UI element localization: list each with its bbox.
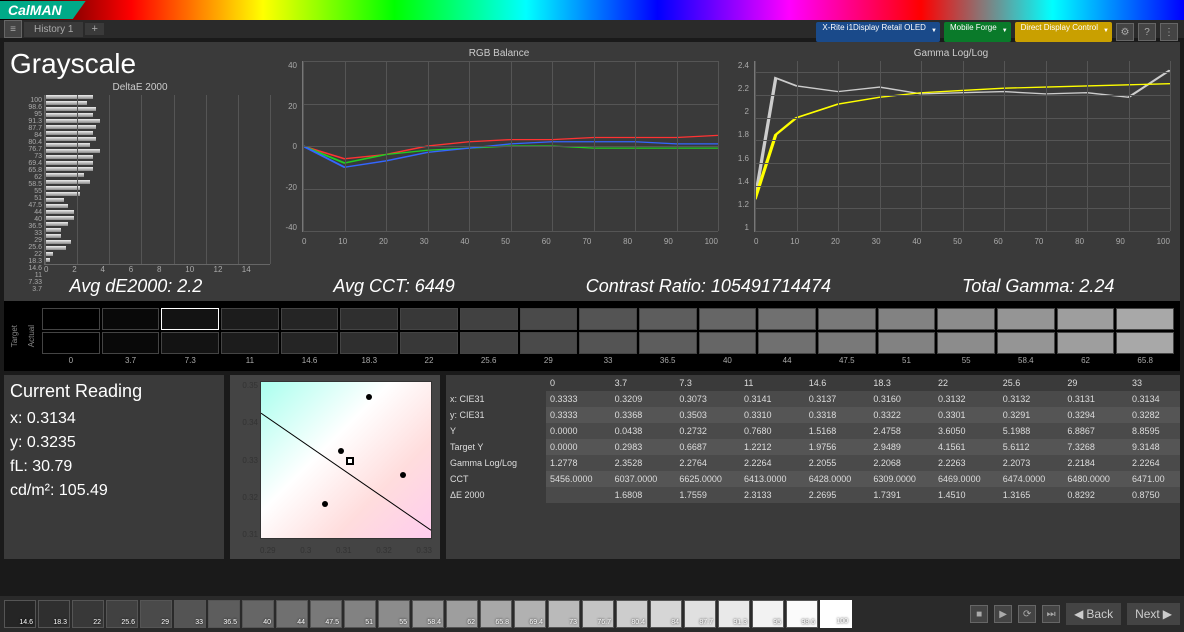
reading-fl: fL: 30.79 <box>10 458 218 476</box>
avg-de2000: Avg dE2000: 2.2 <box>70 276 203 297</box>
stop-icon[interactable]: ■ <box>970 605 988 623</box>
avg-cct: Avg CCT: 6449 <box>333 276 454 297</box>
contrast-ratio: Contrast Ratio: 105491714474 <box>586 276 831 297</box>
level-swatch[interactable]: 51 <box>344 600 376 628</box>
level-swatch[interactable]: 87.7 <box>684 600 716 628</box>
help-icon[interactable]: ? <box>1138 23 1156 41</box>
gear-icon[interactable]: ⚙ <box>1116 23 1134 41</box>
repeat-icon[interactable]: ⟳ <box>1018 605 1036 623</box>
level-swatch[interactable]: 98.6 <box>786 600 818 628</box>
level-swatch[interactable]: 14.6 <box>4 600 36 628</box>
rgb-chart-title: RGB Balance <box>276 48 722 59</box>
data-table: 03.77.31114.618.32225.62933x: CIE310.333… <box>446 375 1180 559</box>
level-swatch[interactable]: 58.4 <box>412 600 444 628</box>
level-swatch[interactable]: 18.3 <box>38 600 70 628</box>
current-reading: Current Reading x: 0.3134 y: 0.3235 fL: … <box>4 375 224 559</box>
back-button[interactable]: ◀ Back <box>1066 603 1121 625</box>
device-row: X-Rite i1Display Retail OLED Mobile Forg… <box>816 22 1178 42</box>
de-chart-title: DeltaE 2000 <box>10 82 270 93</box>
source-dropdown[interactable]: X-Rite i1Display Retail OLED <box>816 22 940 42</box>
page-title: Grayscale <box>10 48 270 80</box>
menu-icon[interactable]: ⋮ <box>1160 23 1178 41</box>
level-swatch[interactable]: 65.8 <box>480 600 512 628</box>
reading-y: y: 0.3235 <box>10 434 218 452</box>
level-swatch[interactable]: 33 <box>174 600 206 628</box>
display-dropdown[interactable]: Direct Display Control <box>1015 22 1112 42</box>
tab-add-button[interactable]: + <box>85 23 103 35</box>
level-swatch[interactable]: 25.6 <box>106 600 138 628</box>
level-swatch[interactable]: 36.5 <box>208 600 240 628</box>
next-button[interactable]: Next ▶ <box>1127 603 1180 625</box>
reading-title: Current Reading <box>10 381 218 402</box>
level-swatch[interactable]: 76.7 <box>582 600 614 628</box>
level-swatch[interactable]: 29 <box>140 600 172 628</box>
level-swatch[interactable]: 95 <box>752 600 784 628</box>
tab-history[interactable]: History 1 <box>24 22 83 37</box>
gamma-chart: 2.42.221.81.61.41.21 0102030405060708090… <box>728 61 1174 246</box>
de2000-chart: 10098.69591.387.78480.476.77369.465.8625… <box>10 95 270 265</box>
play-icon[interactable]: ▶ <box>994 605 1012 623</box>
app-logo: CalMAN <box>0 1 86 19</box>
level-swatch[interactable]: 47.5 <box>310 600 342 628</box>
rgb-balance-chart: 40200-20-40 0102030405060708090100 <box>276 61 722 246</box>
stats-row: Avg dE2000: 2.2 Avg CCT: 6449 Contrast R… <box>4 272 1180 301</box>
level-swatch[interactable]: 62 <box>446 600 478 628</box>
rainbow-bar: CalMAN <box>0 0 1184 20</box>
level-swatch[interactable]: 100 <box>820 600 852 628</box>
cie-chart: 0.350.340.330.320.31 0.290.30.310.320.33 <box>230 375 440 559</box>
level-swatch[interactable]: 91.3 <box>718 600 750 628</box>
tab-menu-icon[interactable]: ≡ <box>4 20 22 38</box>
total-gamma: Total Gamma: 2.24 <box>962 276 1114 297</box>
level-swatch[interactable]: 73 <box>548 600 580 628</box>
level-swatch[interactable]: 22 <box>72 600 104 628</box>
reading-cdm: cd/m²: 105.49 <box>10 482 218 500</box>
meter-dropdown[interactable]: Mobile Forge <box>944 22 1011 42</box>
level-swatch[interactable]: 44 <box>276 600 308 628</box>
reading-x: x: 0.3134 <box>10 410 218 428</box>
bottom-bar: 14.618.32225.6293336.5404447.5515558.462… <box>0 596 1184 632</box>
level-swatch[interactable]: 40 <box>242 600 274 628</box>
gamma-chart-title: Gamma Log/Log <box>728 48 1174 59</box>
level-swatch[interactable]: 80.4 <box>616 600 648 628</box>
grayscale-swatches: TargetActual 03.77.31114.618.32225.62933… <box>4 301 1180 371</box>
skip-icon[interactable]: ⏭ <box>1042 605 1060 623</box>
level-swatch[interactable]: 69.4 <box>514 600 546 628</box>
level-swatch[interactable]: 55 <box>378 600 410 628</box>
level-swatch[interactable]: 84 <box>650 600 682 628</box>
